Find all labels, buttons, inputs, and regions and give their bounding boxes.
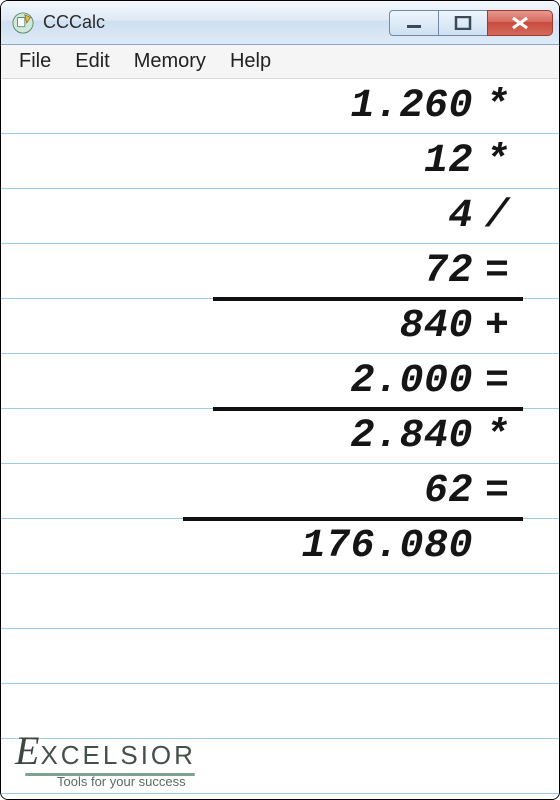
- app-icon: [11, 11, 35, 35]
- tape-row[interactable]: 2.840 *: [1, 409, 559, 464]
- minimize-button[interactable]: [389, 10, 439, 36]
- menu-file[interactable]: File: [9, 46, 61, 77]
- maximize-icon: [454, 16, 472, 30]
- tape-operator: =: [485, 359, 511, 404]
- window-title: CCCalc: [43, 12, 105, 33]
- brand-initial: E: [15, 731, 39, 771]
- tape-value: 72: [424, 249, 473, 294]
- maximize-button[interactable]: [438, 10, 488, 36]
- tape-operator: /: [485, 194, 511, 239]
- tape-value: 2.840: [350, 414, 473, 459]
- menu-memory[interactable]: Memory: [124, 46, 216, 77]
- tape-value: 2.000: [350, 359, 473, 404]
- menu-help[interactable]: Help: [220, 46, 281, 77]
- tape-row[interactable]: 4/: [1, 189, 559, 244]
- tape-row[interactable]: 12 *: [1, 134, 559, 189]
- calculator-tape[interactable]: 1.260*12*4/72=840+2.000=2.840*62=176.080…: [1, 79, 559, 799]
- tape-operator: +: [485, 304, 511, 349]
- menu-bar: File Edit Memory Help: [1, 45, 559, 79]
- close-button[interactable]: [487, 10, 553, 36]
- tape-rows: 1.260*12*4/72=840+2.000=2.840*62=176.080: [1, 79, 559, 574]
- tape-row[interactable]: 62 =: [1, 464, 559, 519]
- tape-value: 840: [399, 304, 473, 349]
- minimize-icon: [405, 16, 423, 30]
- tape-value: 12: [424, 139, 473, 184]
- tape-value: 4: [448, 194, 473, 239]
- tape-row[interactable]: 840 +: [1, 299, 559, 354]
- tape-operator: =: [485, 249, 511, 294]
- brand-tagline: Tools for your success: [57, 774, 186, 789]
- menu-edit[interactable]: Edit: [65, 46, 119, 77]
- brand-name: XCELSIOR: [40, 740, 196, 771]
- tape-value: 1.260: [350, 84, 473, 129]
- tape-row[interactable]: 1.260 *: [1, 79, 559, 134]
- tape-operator: =: [485, 469, 511, 514]
- tape-value: 62: [424, 469, 473, 514]
- close-icon: [510, 16, 530, 30]
- window-controls: [390, 10, 553, 36]
- tape-row[interactable]: 176.080: [1, 519, 559, 574]
- brand-logo: E XCELSIOR Tools for your success: [15, 731, 196, 789]
- tape-row[interactable]: 72 =: [1, 244, 559, 299]
- tape-operator: *: [485, 139, 511, 184]
- title-bar[interactable]: CCCalc: [1, 1, 559, 45]
- tape-value: 176.080: [301, 524, 473, 569]
- tape-operator: *: [485, 84, 511, 129]
- tape-operator: *: [485, 414, 511, 459]
- tape-row[interactable]: 2.000 =: [1, 354, 559, 409]
- app-window: CCCalc File: [0, 0, 560, 800]
